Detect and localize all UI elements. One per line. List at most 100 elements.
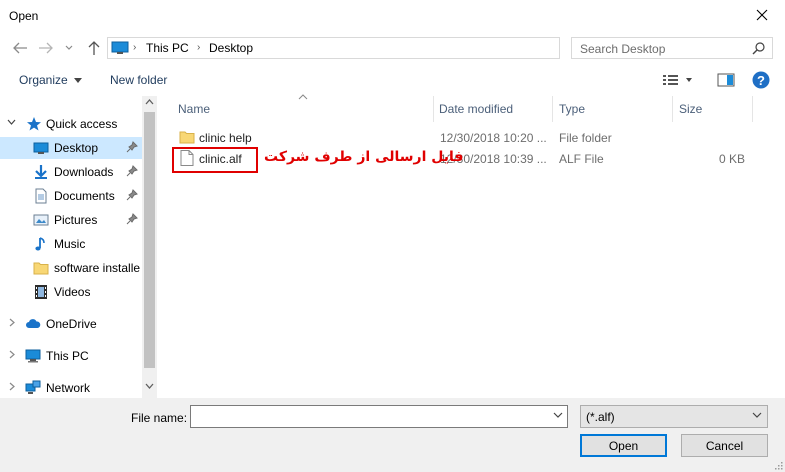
nav-item-label: This PC — [46, 349, 89, 363]
breadcrumb-separator: › — [197, 42, 201, 53]
scrollbar-thumb[interactable] — [144, 112, 155, 368]
search-input[interactable]: Search Desktop — [580, 42, 665, 56]
scroll-up-icon[interactable] — [145, 99, 154, 105]
nav-item-downloads[interactable]: Downloads — [0, 161, 142, 183]
chevron-down-icon[interactable] — [553, 412, 563, 419]
command-toolbar: Organize New folder ? — [0, 66, 785, 96]
arrow-right-icon — [39, 42, 53, 54]
column-header-date-modified[interactable]: Date modified — [439, 102, 513, 116]
column-header-name[interactable]: Name — [178, 102, 210, 116]
nav-item-label: software installe — [54, 261, 140, 275]
nav-item-label: Videos — [54, 285, 91, 299]
cancel-button[interactable]: Cancel — [681, 434, 768, 457]
column-header-size[interactable]: Size — [679, 102, 702, 116]
nav-item-this-pc[interactable]: This PC — [0, 345, 142, 367]
folder-icon — [33, 262, 49, 275]
nav-item-label: OneDrive — [46, 317, 97, 331]
address-bar[interactable]: › This PC › Desktop — [107, 37, 661, 59]
view-options-button[interactable] — [661, 72, 693, 91]
search-icon — [752, 42, 765, 55]
column-divider[interactable] — [433, 96, 434, 122]
forward-button[interactable] — [36, 38, 56, 58]
close-button[interactable] — [739, 0, 785, 30]
scroll-down-icon[interactable] — [145, 383, 154, 389]
breadcrumb-desktop[interactable]: Desktop — [209, 41, 253, 55]
music-icon — [35, 237, 45, 251]
videos-icon — [35, 285, 47, 299]
column-divider[interactable] — [552, 96, 553, 122]
chevron-down-icon — [65, 45, 73, 50]
chevron-collapsed-icon[interactable] — [7, 318, 16, 330]
computer-icon — [111, 41, 129, 54]
pin-icon — [126, 189, 138, 201]
navigation-scrollbar[interactable] — [142, 96, 157, 398]
pin-icon — [126, 141, 138, 153]
chevron-down-icon — [752, 412, 762, 418]
chevron-expanded-icon[interactable] — [7, 118, 16, 130]
preview-pane-icon — [717, 73, 735, 87]
help-glyph: ? — [757, 73, 765, 88]
column-divider[interactable] — [752, 96, 753, 122]
nav-item-software-installers[interactable]: software installe — [0, 257, 142, 279]
folder-icon — [179, 131, 195, 144]
file-type: ALF File — [559, 152, 604, 166]
nav-item-desktop[interactable]: Desktop — [0, 137, 142, 159]
nav-item-onedrive[interactable]: OneDrive — [0, 313, 142, 335]
preview-pane-button[interactable] — [717, 72, 735, 91]
desktop-icon — [33, 142, 49, 154]
nav-item-label: Documents — [54, 189, 115, 203]
breadcrumb-this-pc[interactable]: This PC — [146, 41, 189, 55]
nav-item-label: Music — [54, 237, 86, 251]
help-button[interactable]: ? — [752, 71, 770, 92]
nav-item-label: Network — [46, 381, 91, 395]
file-date: 12/30/2018 10:20 ... — [440, 131, 547, 145]
sort-ascending-icon — [298, 94, 308, 100]
file-name-label: File name: — [131, 411, 188, 425]
nav-item-videos[interactable]: Videos — [0, 281, 142, 303]
pin-icon — [126, 165, 138, 177]
column-header-type[interactable]: Type — [559, 102, 585, 116]
nav-item-network[interactable]: Network — [0, 377, 142, 399]
computer-icon — [25, 349, 41, 363]
organize-button[interactable]: Organize — [19, 73, 83, 87]
close-icon — [756, 9, 768, 21]
arrow-up-icon — [88, 41, 100, 55]
dialog-footer: File name: (*.alf) Open Cancel — [0, 398, 785, 472]
nav-item-pictures[interactable]: Pictures — [0, 209, 142, 231]
breadcrumb-separator: › — [133, 42, 137, 53]
back-button[interactable] — [10, 38, 30, 58]
organize-label: Organize — [19, 73, 68, 87]
up-button[interactable] — [84, 38, 104, 58]
nav-item-label: Quick access — [46, 117, 118, 131]
nav-item-label: Desktop — [54, 141, 99, 155]
annotation-text: فایل ارسالی از طرف شرکت — [264, 149, 464, 165]
file-type-filter-value: (*.alf) — [586, 410, 615, 424]
documents-icon — [35, 188, 47, 204]
window-title: Open — [9, 9, 39, 23]
navigation-pane: Quick access Desktop Downloads Documents… — [0, 96, 157, 398]
file-size: 0 KB — [718, 152, 745, 166]
column-divider[interactable] — [672, 96, 673, 122]
download-icon — [35, 165, 47, 179]
open-button[interactable]: Open — [580, 434, 667, 457]
file-name: clinic help — [199, 131, 252, 145]
file-name-input[interactable] — [190, 405, 568, 428]
search-box[interactable]: Search Desktop — [571, 37, 773, 59]
chevron-collapsed-icon[interactable] — [7, 382, 16, 394]
nav-item-documents[interactable]: Documents — [0, 185, 142, 207]
star-icon — [27, 117, 41, 131]
nav-item-music[interactable]: Music — [0, 233, 142, 255]
chevron-collapsed-icon[interactable] — [7, 350, 16, 362]
pin-icon — [126, 213, 138, 225]
recent-locations-button[interactable] — [62, 38, 76, 58]
file-type: File folder — [559, 131, 612, 145]
details-view-icon — [663, 75, 692, 85]
resize-grip-icon[interactable] — [773, 460, 783, 470]
nav-item-label: Pictures — [54, 213, 98, 227]
file-type-filter[interactable]: (*.alf) — [580, 405, 768, 428]
highlight-box — [172, 147, 258, 173]
network-icon — [25, 380, 41, 394]
new-folder-button[interactable]: New folder — [110, 73, 167, 87]
table-row[interactable]: clinic help 12/30/2018 10:20 ... File fo… — [158, 128, 785, 148]
nav-item-quick-access[interactable]: Quick access — [0, 113, 142, 135]
